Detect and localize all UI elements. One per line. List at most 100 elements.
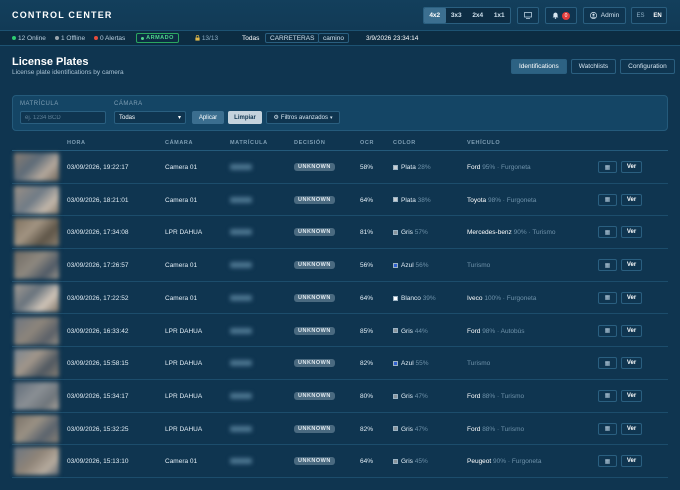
table-row[interactable]: 03/09/2026, 17:26:57 Camera 01 UNKNOWN 56% A… bbox=[12, 249, 668, 282]
row-camera: LPR DAHUA bbox=[165, 229, 203, 237]
row-decision-badge: UNKNOWN bbox=[294, 228, 335, 237]
table-row[interactable]: 03/09/2026, 17:34:08 LPR DAHUA UNKNOWN 81% G… bbox=[12, 216, 668, 250]
language-option-0[interactable]: ES bbox=[632, 13, 649, 19]
plate-snapshot[interactable] bbox=[14, 381, 59, 410]
top-bar: CONTROL CENTER 4x2 3x3 2x4 1x1 0 Admin ES EN bbox=[0, 0, 680, 31]
filter-roads-chip[interactable]: CARRETERAS bbox=[265, 33, 320, 43]
row-ocr: 82% bbox=[360, 425, 374, 433]
view-camera-button[interactable]: ▦ bbox=[598, 389, 617, 402]
column-ocr[interactable]: OCR bbox=[360, 140, 374, 146]
apply-button[interactable]: Aplicar bbox=[192, 111, 224, 124]
table-row[interactable]: 03/09/2026, 15:58:15 LPR DAHUA UNKNOWN 82% A… bbox=[12, 347, 668, 380]
column-time[interactable]: HORA bbox=[67, 140, 86, 146]
plate-search-input[interactable] bbox=[20, 111, 106, 124]
row-color-confidence: 47% bbox=[414, 425, 428, 433]
view-detail-button[interactable]: Ver bbox=[621, 324, 642, 337]
monitor-button[interactable] bbox=[517, 7, 539, 24]
plate-snapshot[interactable] bbox=[14, 414, 59, 443]
plate-snapshot[interactable] bbox=[14, 447, 59, 476]
user-icon bbox=[589, 12, 597, 19]
column-decision[interactable]: DECISIÓN bbox=[294, 140, 325, 146]
row-ocr: 81% bbox=[360, 229, 374, 237]
view-detail-button[interactable]: Ver bbox=[621, 193, 642, 206]
view-camera-button[interactable]: ▦ bbox=[598, 324, 617, 337]
plate-snapshot[interactable] bbox=[14, 185, 59, 214]
grid-option-2[interactable]: 2x4 bbox=[467, 8, 489, 23]
view-detail-button[interactable]: Ver bbox=[621, 161, 642, 173]
view-detail-button[interactable]: Ver bbox=[621, 357, 642, 370]
grid-option-3[interactable]: 1x1 bbox=[489, 8, 511, 23]
plate-snapshot[interactable] bbox=[14, 251, 59, 280]
tab-1[interactable]: Watchlists bbox=[570, 59, 617, 74]
status-bar: 12 Online 1 Offline 0 Alertas ARMADO 13/… bbox=[0, 31, 680, 46]
column-color[interactable]: COLOR bbox=[393, 140, 416, 146]
vehicle-brand-confidence: 90% bbox=[513, 229, 527, 237]
column-plate[interactable]: MATRÍCULA bbox=[230, 140, 268, 146]
row-vehicle: Ford 98% · Autobús bbox=[467, 327, 525, 335]
camera-icon: ▦ bbox=[604, 197, 611, 204]
view-detail-button[interactable]: Ver bbox=[621, 455, 642, 468]
table-row[interactable]: 03/09/2026, 15:13:10 Camera 01 UNKNOWN 64% G… bbox=[12, 445, 668, 478]
row-color: Gris 57% bbox=[393, 229, 428, 236]
gear-icon: ⚙ bbox=[273, 115, 279, 121]
view-camera-button[interactable]: ▦ bbox=[598, 226, 617, 239]
table-row[interactable]: 03/09/2026, 18:21:01 Camera 01 UNKNOWN 64% P… bbox=[12, 184, 668, 217]
column-camera[interactable]: CÁMARA bbox=[165, 140, 193, 146]
view-camera-button[interactable]: ▦ bbox=[598, 291, 617, 304]
filter-panel: MATRÍCULA CÁMARA Todas ▾ Aplicar Limpiar… bbox=[12, 95, 668, 131]
user-menu-button[interactable]: Admin bbox=[583, 7, 626, 24]
plate-snapshot[interactable] bbox=[14, 153, 59, 181]
plate-snapshot[interactable] bbox=[14, 218, 59, 247]
row-plate-redacted bbox=[230, 164, 252, 170]
plate-snapshot[interactable] bbox=[14, 316, 59, 345]
tab-0[interactable]: Identifications bbox=[511, 59, 567, 74]
filter-path-chip[interactable]: camino bbox=[318, 33, 349, 43]
vehicle-brand-confidence: 88% bbox=[482, 392, 496, 400]
advanced-filters-button[interactable]: ⚙ Filtros avanzados ▾ bbox=[266, 111, 340, 124]
row-vehicle: Turismo bbox=[467, 262, 490, 269]
grid-option-1[interactable]: 3x3 bbox=[446, 8, 468, 23]
table-row[interactable]: 03/09/2026, 16:33:42 LPR DAHUA UNKNOWN 85% G… bbox=[12, 315, 668, 348]
language-option-1[interactable]: EN bbox=[649, 13, 666, 19]
camera-icon: ▦ bbox=[604, 393, 611, 400]
row-time: 03/09/2026, 19:22:17 bbox=[67, 164, 129, 171]
filter-all[interactable]: Todas bbox=[242, 35, 259, 42]
camera-filter-label: CÁMARA bbox=[114, 101, 143, 107]
clear-button[interactable]: Limpiar bbox=[228, 111, 262, 124]
view-detail-button[interactable]: Ver bbox=[621, 291, 642, 304]
page-subtitle: License plate identifications by camera bbox=[12, 69, 124, 76]
view-detail-button[interactable]: Ver bbox=[621, 422, 642, 435]
view-detail-button[interactable]: Ver bbox=[621, 259, 642, 272]
tab-2[interactable]: Configuration bbox=[620, 59, 675, 74]
table-row[interactable]: 03/09/2026, 15:32:25 LPR DAHUA UNKNOWN 82% G… bbox=[12, 413, 668, 446]
row-plate-redacted bbox=[230, 392, 252, 399]
row-decision-badge: UNKNOWN bbox=[294, 457, 335, 466]
view-detail-button[interactable]: Ver bbox=[621, 389, 642, 402]
row-ocr: 64% bbox=[360, 196, 374, 204]
row-plate-redacted bbox=[230, 229, 252, 236]
table-row[interactable]: 03/09/2026, 19:22:17 Camera 01 UNKNOWN 58% P… bbox=[12, 151, 668, 184]
row-vehicle: Mercedes-benz 90% · Turismo bbox=[467, 229, 556, 237]
armed-status-badge[interactable]: ARMADO bbox=[136, 33, 179, 43]
view-camera-button[interactable]: ▦ bbox=[598, 193, 617, 206]
column-vehicle[interactable]: VEHÍCULO bbox=[467, 140, 500, 146]
grid-option-0[interactable]: 4x2 bbox=[424, 8, 446, 23]
row-decision-badge: UNKNOWN bbox=[294, 293, 335, 302]
view-camera-button[interactable]: ▦ bbox=[598, 422, 617, 435]
plate-snapshot[interactable] bbox=[14, 349, 59, 378]
view-camera-button[interactable]: ▦ bbox=[598, 259, 617, 272]
notifications-button[interactable]: 0 bbox=[545, 7, 577, 24]
row-time: 03/09/2026, 17:34:08 bbox=[67, 229, 129, 237]
table-row[interactable]: 03/09/2026, 17:22:52 Camera 01 UNKNOWN 64% B… bbox=[12, 282, 668, 315]
row-color: Azul 56% bbox=[393, 262, 428, 269]
camera-select[interactable]: Todas ▾ bbox=[114, 111, 186, 124]
camera-icon: ▦ bbox=[604, 426, 611, 433]
row-color-confidence: 55% bbox=[415, 360, 429, 368]
view-camera-button[interactable]: ▦ bbox=[598, 161, 617, 173]
table-row[interactable]: 03/09/2026, 15:34:17 LPR DAHUA UNKNOWN 80% G… bbox=[12, 380, 668, 413]
view-camera-button[interactable]: ▦ bbox=[598, 455, 617, 468]
view-detail-button[interactable]: Ver bbox=[621, 226, 642, 239]
row-color: Blanco 39% bbox=[393, 295, 436, 302]
plate-snapshot[interactable] bbox=[14, 283, 59, 312]
view-camera-button[interactable]: ▦ bbox=[598, 357, 617, 370]
